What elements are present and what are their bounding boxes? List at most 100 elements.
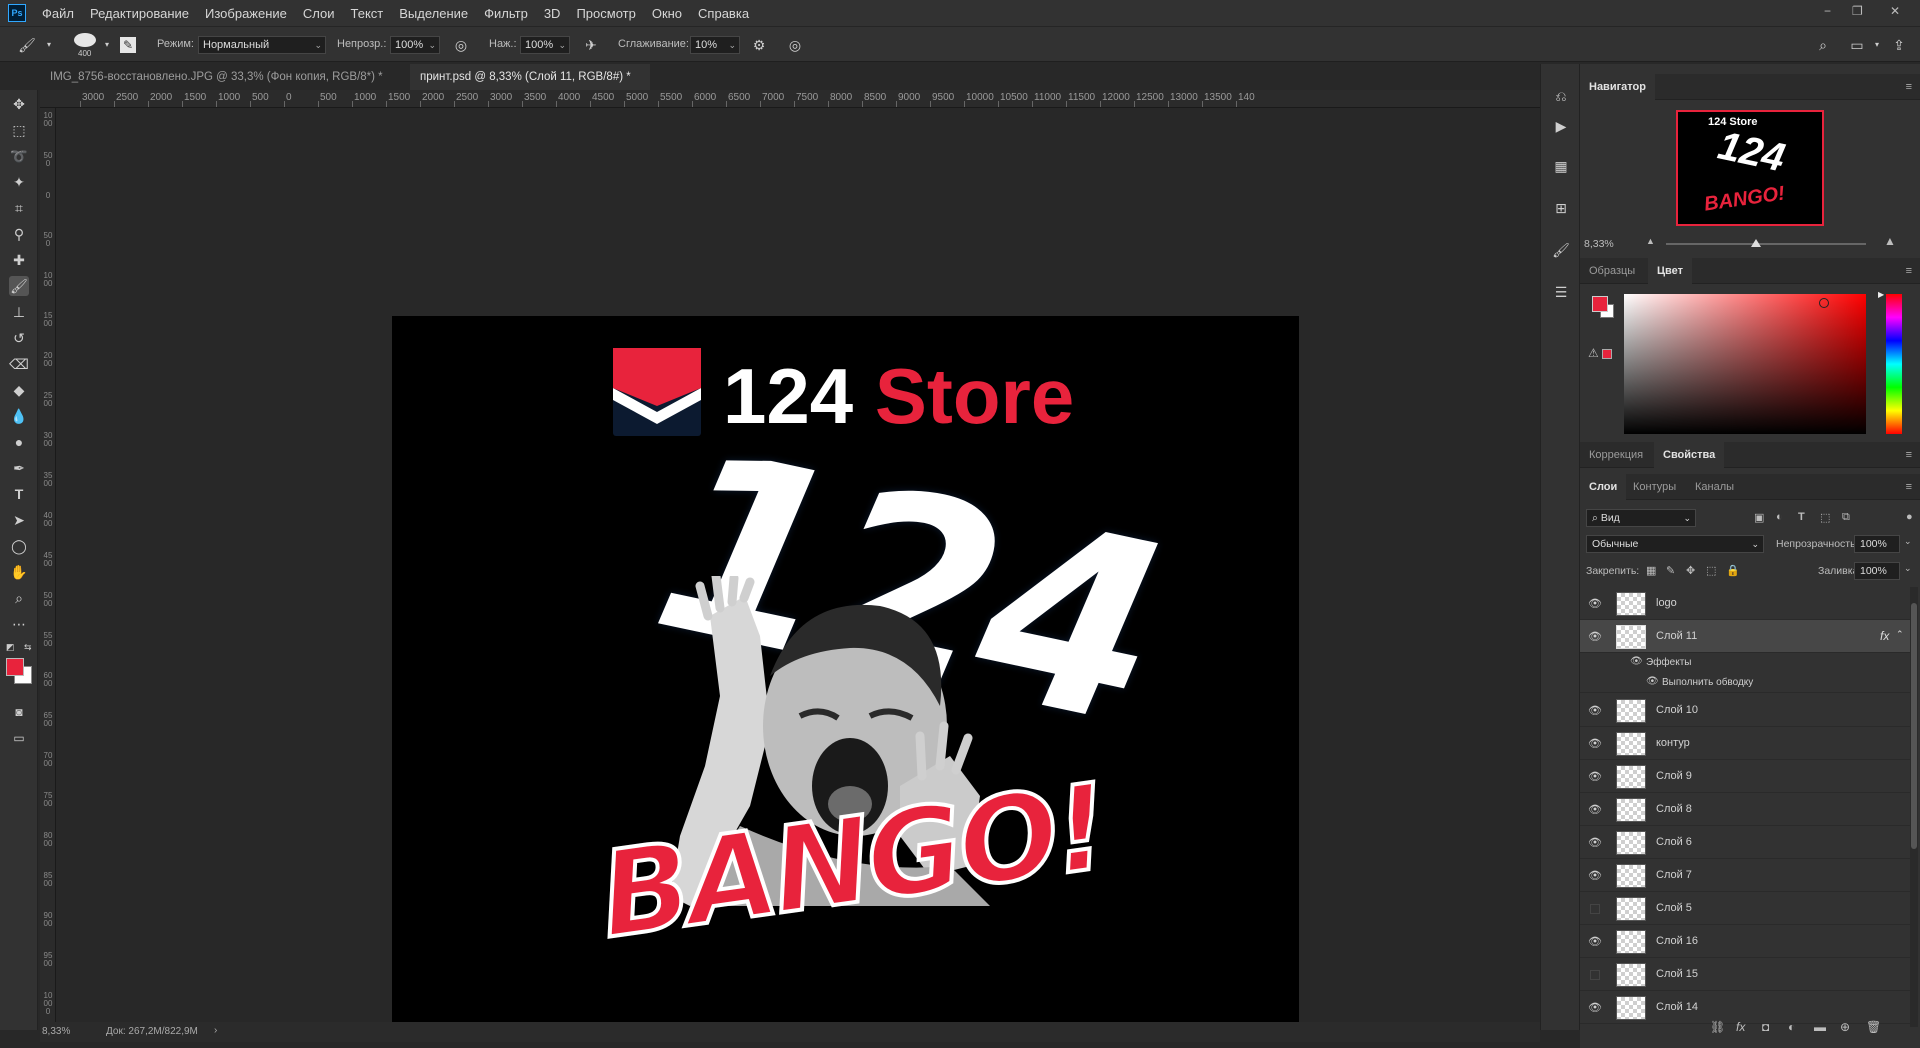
canvas-area[interactable]: 124 Store 124 BANGO! [56, 108, 1540, 1032]
gamut-swatch[interactable] [1602, 349, 1612, 359]
opacity-input[interactable]: 100% ⌄ [390, 36, 440, 54]
airbrush-icon[interactable]: ✈ [582, 36, 600, 54]
pressure-opacity-icon[interactable]: ◎ [452, 36, 470, 54]
visibility-eye-icon[interactable]: 👁 [1588, 631, 1602, 643]
more-tools-icon[interactable]: ⋯ [9, 614, 29, 634]
brushes-panel-icon[interactable]: 🖌 [1551, 240, 1571, 260]
layer-row-sloy-8[interactable]: 👁 Слой 8 [1580, 793, 1910, 826]
gamut-warning-icon[interactable]: ⚠ [1588, 346, 1599, 360]
add-style-icon[interactable]: fx [1736, 1020, 1745, 1034]
brush-tool-icon[interactable]: 🖌 [9, 276, 29, 296]
dodge-tool-icon[interactable]: ● [9, 432, 29, 452]
effects-row[interactable]: 👁 Эффекты [1580, 653, 1910, 673]
menu-edit[interactable]: Редактирование [82, 6, 197, 21]
brush-size-dropdown-icon[interactable]: ▾ [98, 36, 116, 54]
ellipse-tool-icon[interactable]: ◯ [9, 536, 29, 556]
menu-select[interactable]: Выделение [391, 6, 476, 21]
menu-filter[interactable]: Фильтр [476, 6, 536, 21]
filter-toggle-icon[interactable]: ● [1906, 511, 1913, 523]
visibility-eye-icon[interactable]: 👁 [1588, 705, 1602, 717]
crop-tool-icon[interactable]: ⌗ [9, 198, 29, 218]
status-zoom[interactable]: 8,33% [42, 1026, 70, 1037]
workspace-icon[interactable]: ▭ [1848, 36, 1866, 54]
menu-text[interactable]: Текст [343, 6, 392, 21]
layer-row-sloy-9[interactable]: 👁 Слой 9 [1580, 760, 1910, 793]
lock-all-icon[interactable]: 🔒 [1726, 564, 1740, 577]
layer-row-sloy-6[interactable]: 👁 Слой 6 [1580, 826, 1910, 859]
filter-smart-object-icon[interactable]: ⧉ [1842, 511, 1850, 524]
brush-tool-preset-icon[interactable]: 🖌 [18, 36, 36, 54]
layer-row-kontur[interactable]: 👁 контур [1580, 727, 1910, 760]
menu-3d[interactable]: 3D [536, 6, 569, 21]
document-canvas[interactable]: 124 Store 124 BANGO! [392, 316, 1299, 1032]
color-picker-field[interactable] [1624, 294, 1866, 434]
brush-preview-icon[interactable] [74, 33, 96, 47]
move-tool-icon[interactable]: ✥ [9, 94, 29, 114]
tab-adjustments[interactable]: Коррекция [1580, 442, 1652, 468]
history-brush-tool-icon[interactable]: ↺ [9, 328, 29, 348]
menu-image[interactable]: Изображение [197, 6, 295, 21]
layers-menu-icon[interactable]: ≡ [1906, 481, 1912, 493]
layer-row-sloy-15[interactable]: Слой 15 [1580, 958, 1910, 991]
paint-bucket-tool-icon[interactable]: ◆ [9, 380, 29, 400]
visibility-eye-icon[interactable]: 👁 [1588, 936, 1602, 948]
lock-artboard-icon[interactable]: ⬚ [1706, 564, 1716, 577]
quick-mask-icon[interactable]: ◙ [9, 702, 29, 722]
tab-color[interactable]: Цвет [1648, 258, 1693, 284]
link-layers-icon[interactable]: ⛓ [1710, 1020, 1725, 1034]
layer-row-sloy-16[interactable]: 👁 Слой 16 [1580, 925, 1910, 958]
status-menu-arrow-icon[interactable]: › [214, 1025, 217, 1036]
add-mask-icon[interactable]: ◘ [1762, 1020, 1769, 1034]
menu-help[interactable]: Справка [690, 6, 757, 21]
layer-row-sloy-5[interactable]: Слой 5 [1580, 892, 1910, 925]
visibility-eye-icon[interactable]: 👁 [1588, 837, 1602, 849]
libraries-icon[interactable]: ⊞ [1551, 198, 1571, 218]
color-picker-cursor[interactable] [1819, 298, 1829, 308]
layer-row-sloy-11[interactable]: 👁 Слой 11 fx ⌃ [1580, 620, 1910, 653]
color-panel-menu-icon[interactable]: ≡ [1906, 265, 1912, 277]
brush-panel-icon[interactable]: ✎ [120, 37, 136, 53]
layers-scrollbar[interactable] [1910, 587, 1918, 1027]
collapse-effects-icon[interactable]: ⌃ [1896, 629, 1904, 640]
filter-type-icon[interactable]: T [1798, 511, 1805, 523]
default-colors-icon[interactable]: ◩ [6, 642, 15, 653]
layer-filter-select[interactable]: ⌕ Вид ⌄ [1586, 509, 1696, 527]
foreground-color-swatch[interactable] [6, 658, 24, 676]
stroke-effect-row[interactable]: 👁 Выполнить обводку [1580, 673, 1910, 693]
hand-tool-icon[interactable]: ✋ [9, 562, 29, 582]
magic-wand-tool-icon[interactable]: ✦ [9, 172, 29, 192]
new-layer-icon[interactable]: ⊕ [1840, 1020, 1850, 1034]
tab-navigator[interactable]: Навигатор [1580, 74, 1655, 100]
new-adjustment-icon[interactable]: ◐ [1788, 1020, 1795, 1034]
mode-select[interactable]: Нормальный ⌄ [198, 36, 326, 54]
tab-paths[interactable]: Контуры [1624, 474, 1685, 500]
hue-slider[interactable] [1886, 294, 1902, 434]
stamp-tool-icon[interactable]: ⊥ [9, 302, 29, 322]
fill-input[interactable]: 100% [1854, 562, 1900, 580]
blur-tool-icon[interactable]: 💧 [9, 406, 29, 426]
visibility-eye-icon[interactable]: 👁 [1588, 598, 1602, 610]
type-tool-icon[interactable]: T [9, 484, 29, 504]
pressure-size-icon[interactable]: ◎ [786, 36, 804, 54]
eraser-tool-icon[interactable]: ⌫ [9, 354, 29, 374]
share-icon[interactable]: ⇪ [1890, 36, 1908, 54]
visibility-eye-icon[interactable]: 👁 [1588, 1002, 1602, 1014]
history-panel-icon[interactable]: ⎌ [1551, 86, 1571, 106]
visibility-eye-icon[interactable]: 👁 [1588, 771, 1602, 783]
lock-position-icon[interactable]: ✥ [1686, 564, 1695, 577]
eyedropper-tool-icon[interactable]: ⚲ [9, 224, 29, 244]
filter-shape-icon[interactable]: ⬚ [1820, 511, 1830, 524]
minimize-icon[interactable]: − [1824, 4, 1831, 18]
panel-fg-swatch[interactable] [1592, 296, 1608, 312]
tab-print-psd[interactable]: принт.psd @ 8,33% (Слой 11, RGB/8#) * × [410, 64, 650, 109]
zoom-out-icon[interactable]: ▲ [1646, 236, 1655, 246]
tab-swatches[interactable]: Образцы [1580, 258, 1644, 284]
visibility-eye-icon[interactable]: 👁 [1588, 870, 1602, 882]
search-icon[interactable]: ⌕ [1814, 36, 1832, 54]
tab-img-8756[interactable]: IMG_8756-восстановлено.JPG @ 33,3% (Фон … [40, 64, 410, 109]
close-window-icon[interactable]: ✕ [1890, 4, 1900, 18]
restore-icon[interactable]: ❐ [1852, 4, 1863, 18]
delete-layer-icon[interactable]: 🗑 [1866, 1020, 1881, 1034]
navigator-thumbnail[interactable]: 124 Store 124 BANGO! [1676, 110, 1824, 226]
hue-slider-arrow-icon[interactable]: ▶ [1878, 290, 1884, 299]
